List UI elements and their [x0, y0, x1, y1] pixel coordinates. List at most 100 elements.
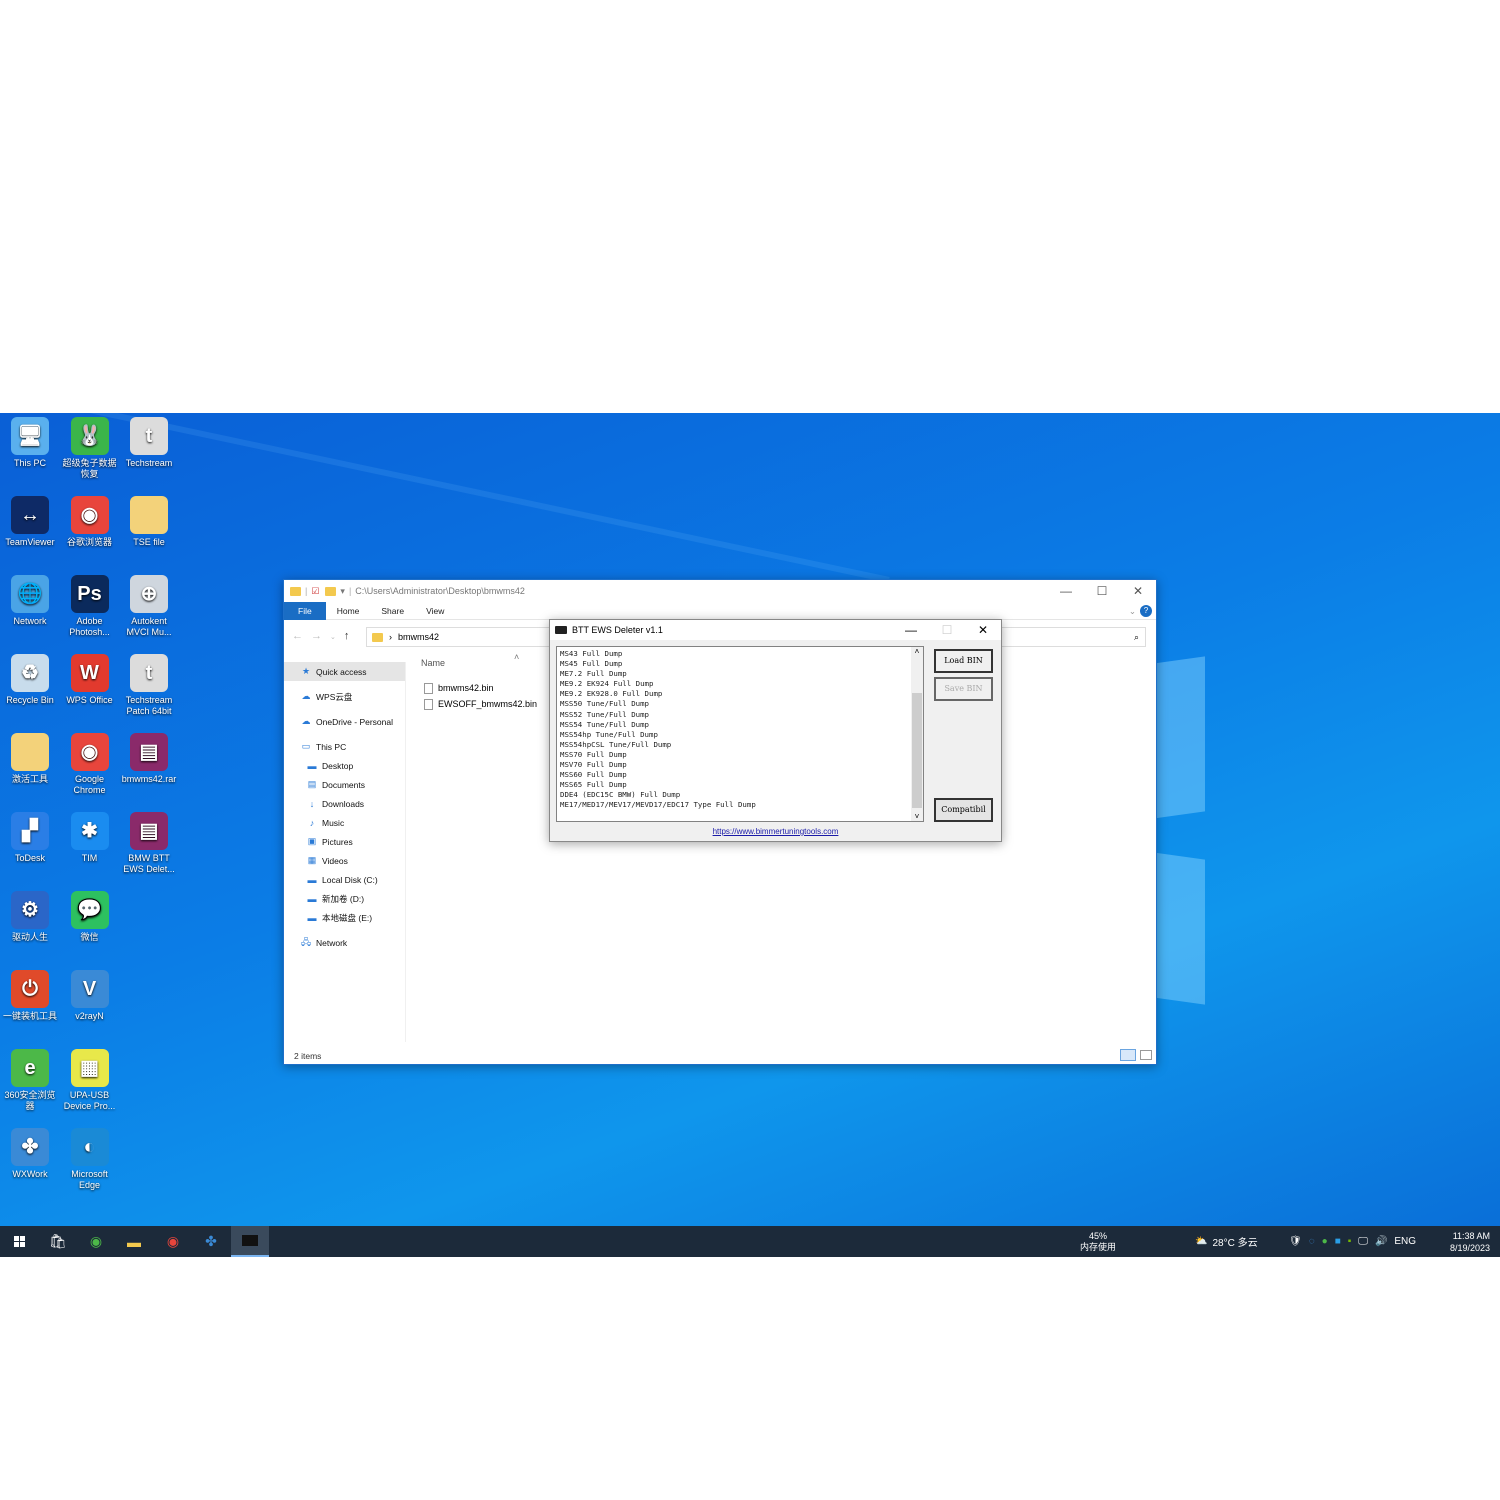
start-button[interactable]	[0, 1226, 38, 1257]
website-link[interactable]: https://www.bimmertuningtools.com	[550, 827, 1001, 836]
list-item[interactable]: MS43 Full Dump	[560, 649, 920, 659]
nav-item[interactable]: ☁ OneDrive - Personal	[284, 712, 405, 731]
desktop-icon-microsoft-edge[interactable]: ◐ Microsoft Edge	[60, 1128, 120, 1191]
clock[interactable]: 11:38 AM 8/19/2023	[1450, 1226, 1490, 1257]
desktop-icon-v2rayn[interactable]: Vv2rayN	[60, 970, 120, 1022]
desktop-icon-bmw-btt-ews-deleter[interactable]: ▤ BMW BTT EWS Delet...	[119, 812, 179, 875]
store-taskbar-icon[interactable]: 🛍	[39, 1226, 77, 1257]
nav-item[interactable]: ▦ Videos	[284, 851, 405, 870]
file-item[interactable]: EWSOFF_bmwms42.bin	[424, 696, 537, 712]
desktop-icon-one-click-install[interactable]: ⏻ 一键装机工具	[0, 970, 60, 1022]
up-button[interactable]: ↑	[344, 630, 358, 642]
properties-icon[interactable]: ☑	[311, 586, 319, 597]
details-view-button[interactable]	[1120, 1049, 1136, 1061]
list-item[interactable]: MSV70 Full Dump	[560, 760, 920, 770]
language-indicator[interactable]: ENG	[1394, 1236, 1416, 1247]
desktop-icon-driver-life[interactable]: ⚙ 驱动人生	[0, 891, 60, 943]
btt-taskbar-icon[interactable]	[231, 1226, 269, 1257]
network-tray-icon[interactable]: 🖵	[1358, 1236, 1368, 1247]
nav-item[interactable]: ↓ Downloads	[284, 794, 405, 813]
todesk-tray-icon[interactable]: ■	[1335, 1236, 1341, 1247]
breadcrumb[interactable]: bmwms42	[398, 632, 439, 642]
tab-home[interactable]: Home	[326, 602, 371, 620]
nav-item[interactable]: ▬ 新加卷 (D:)	[284, 889, 405, 908]
volume-icon[interactable]: 🔊	[1375, 1236, 1387, 1247]
compatibility-button[interactable]: Compatibil	[934, 798, 993, 822]
tab-share[interactable]: Share	[370, 602, 415, 620]
desktop-icon-google-chrome-cn[interactable]: ◉ 谷歌浏览器	[60, 496, 120, 548]
forward-button[interactable]: →	[311, 630, 330, 642]
close-button[interactable]: ✕	[965, 620, 1001, 640]
list-item[interactable]: MSS70 Full Dump	[560, 750, 920, 760]
close-button[interactable]: ✕	[1120, 580, 1156, 602]
list-item[interactable]: ME9.2 EK928.0 Full Dump	[560, 689, 920, 699]
desktop-icon-activation-tool[interactable]: 激活工具	[0, 733, 60, 785]
scrollbar-thumb[interactable]	[912, 693, 922, 808]
nav-item[interactable]: ★ Quick access	[284, 662, 405, 681]
help-icon[interactable]: ?	[1140, 604, 1152, 617]
desktop-icon-tse-file[interactable]: TSE file	[119, 496, 179, 548]
search-icon[interactable]: ⌕	[1134, 632, 1139, 643]
desktop-icon-recycle-bin[interactable]: ♻ Recycle Bin	[0, 654, 60, 706]
desktop-icon-adobe-photoshop[interactable]: Ps Adobe Photosh...	[60, 575, 120, 638]
desktop-icon-techstream[interactable]: t Techstream	[119, 417, 179, 469]
expand-ribbon-icon[interactable]: ⌄	[1125, 602, 1140, 620]
nav-item[interactable]: 🖧 Network	[284, 933, 405, 952]
wxwork-tray-icon[interactable]: ◌	[1309, 1236, 1315, 1247]
nav-item[interactable]: ☁ WPS云盘	[284, 687, 405, 706]
desktop-icon-wechat[interactable]: 💬 微信	[60, 891, 120, 943]
nav-item[interactable]: ▣ Pictures	[284, 832, 405, 851]
weather-widget[interactable]: ⛅ 28°C 多云	[1195, 1226, 1258, 1257]
360-browser-taskbar-icon[interactable]: ◉	[77, 1226, 115, 1257]
desktop-icon-techstream-patch[interactable]: t Techstream Patch 64bit	[119, 654, 179, 717]
360-tray-icon[interactable]: ●	[1322, 1236, 1328, 1247]
minimize-button[interactable]: —	[893, 620, 929, 640]
list-item[interactable]: ME17/MED17/MEV17/MEVD17/EDC17 Type Full …	[560, 800, 920, 810]
maximize-button[interactable]: ☐	[1084, 580, 1120, 602]
desktop-icon-teamviewer[interactable]: ↔ TeamViewer	[0, 496, 60, 548]
recent-dropdown[interactable]: ⌄	[330, 634, 344, 641]
load-bin-button[interactable]: Load BIN	[934, 649, 993, 673]
desktop-icon-todesk[interactable]: ▞ ToDesk	[0, 812, 60, 864]
minimize-button[interactable]: —	[1048, 580, 1084, 602]
desktop-icon-upa-usb[interactable]: ▦ UPA-USB Device Pro...	[60, 1049, 120, 1112]
desktop-icon-autokent-mvci[interactable]: ⊕ Autokent MVCI Mu...	[119, 575, 179, 638]
nav-item[interactable]: ▭ This PC	[284, 737, 405, 756]
desktop-icon-google-chrome[interactable]: ◉ Google Chrome	[60, 733, 120, 796]
qat-dropdown-icon[interactable]: ▾	[340, 586, 345, 597]
column-header-name[interactable]: Name	[421, 658, 445, 668]
memory-usage[interactable]: 45% 内存使用	[1080, 1226, 1116, 1257]
tab-view[interactable]: View	[415, 602, 455, 620]
tab-file[interactable]: File	[284, 601, 326, 620]
desktop-icon-360-browser[interactable]: e 360安全浏览器	[0, 1049, 60, 1112]
scroll-up-icon[interactable]: ˄	[911, 647, 923, 656]
list-item[interactable]: DDE4 (EDC15C BMW) Full Dump	[560, 790, 920, 800]
file-explorer-taskbar-icon[interactable]: ▬	[115, 1226, 153, 1257]
list-item[interactable]: MSS60 Full Dump	[560, 770, 920, 780]
list-item[interactable]: MSS52 Tune/Full Dump	[560, 710, 920, 720]
nav-item[interactable]: ♪ Music	[284, 813, 405, 832]
list-item[interactable]: MSS54hp Tune/Full Dump	[560, 730, 920, 740]
list-scrollbar[interactable]: ˄ ˅	[911, 647, 923, 821]
desktop-icon-rabbit-recovery[interactable]: 🐰 超级兔子数据恢复	[60, 417, 120, 480]
nav-item[interactable]: ▬ Local Disk (C:)	[284, 870, 405, 889]
desktop-icon-wxwork[interactable]: ✤ WXWork	[0, 1128, 60, 1180]
file-item[interactable]: bmwms42.bin	[424, 680, 537, 696]
list-item[interactable]: ME9.2 EK924 Full Dump	[560, 679, 920, 689]
wxwork-taskbar-icon[interactable]: ✤	[192, 1226, 230, 1257]
desktop-icon-wps-office[interactable]: W WPS Office	[60, 654, 120, 706]
desktop-icon-tim[interactable]: ✱ TIM	[60, 812, 120, 864]
nav-item[interactable]: ▬ Desktop	[284, 756, 405, 775]
desktop-icon-this-pc[interactable]: 🖥 This PC	[0, 417, 60, 469]
desktop-icon-bmwms42-rar[interactable]: ▤ bmwms42.rar	[119, 733, 179, 785]
list-item[interactable]: MSS50 Tune/Full Dump	[560, 699, 920, 709]
scroll-down-icon[interactable]: ˅	[911, 812, 923, 821]
nav-item[interactable]: ▤ Documents	[284, 775, 405, 794]
back-button[interactable]: ←	[292, 630, 311, 642]
nav-item[interactable]: ▬ 本地磁盘 (E:)	[284, 908, 405, 927]
security-tray-icon[interactable]: 🛡	[1289, 1236, 1302, 1247]
list-item[interactable]: MSS54hpCSL Tune/Full Dump	[560, 740, 920, 750]
large-icons-view-button[interactable]	[1140, 1050, 1152, 1060]
nvidia-tray-icon[interactable]: ▪	[1348, 1236, 1352, 1247]
new-folder-icon[interactable]	[325, 586, 337, 596]
